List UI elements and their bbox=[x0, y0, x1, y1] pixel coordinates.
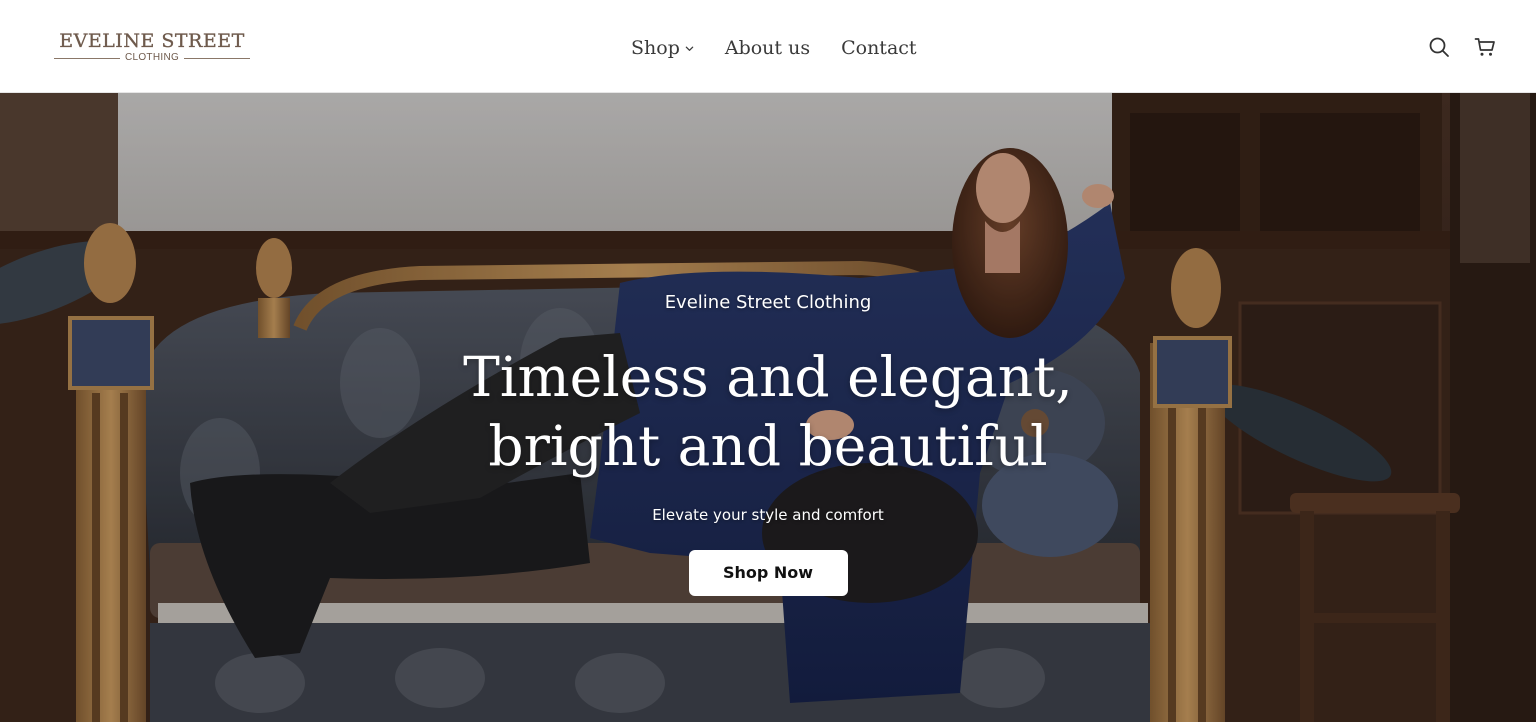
nav-item-about-us[interactable]: About us bbox=[725, 37, 810, 59]
brand-logo-tagline: CLOTHING bbox=[124, 52, 180, 63]
hero-title-line: bright and beautiful bbox=[488, 414, 1048, 478]
hero-title-line: Timeless and elegant, bbox=[463, 345, 1073, 409]
logo-divider bbox=[54, 57, 120, 59]
search-icon[interactable] bbox=[1428, 36, 1450, 58]
nav-item-label: Shop bbox=[631, 37, 680, 59]
cart-icon[interactable] bbox=[1474, 36, 1496, 58]
nav-item-shop[interactable]: Shop bbox=[631, 37, 694, 59]
hero-eyebrow: Eveline Street Clothing bbox=[664, 292, 872, 313]
hero-banner: Eveline Street Clothing Timeless and ele… bbox=[0, 93, 1536, 722]
brand-logo-subline: CLOTHING bbox=[54, 52, 251, 64]
main-nav: Shop About us Contact bbox=[631, 34, 917, 62]
hero-title: Timeless and elegant, bright and beautif… bbox=[368, 343, 1168, 481]
header-actions bbox=[1428, 36, 1496, 58]
nav-item-contact[interactable]: Contact bbox=[841, 37, 916, 59]
site-header: EVELINE STREET CLOTHING Shop About us Co… bbox=[0, 0, 1536, 93]
hero-subtitle: Elevate your style and comfort bbox=[652, 506, 884, 524]
logo-divider bbox=[184, 57, 251, 59]
hero-content: Eveline Street Clothing Timeless and ele… bbox=[368, 291, 1168, 596]
chevron-down-icon bbox=[685, 44, 694, 53]
shop-now-button[interactable]: Shop Now bbox=[688, 550, 848, 596]
brand-logo[interactable]: EVELINE STREET CLOTHING bbox=[54, 30, 251, 64]
brand-logo-wordmark: EVELINE STREET bbox=[59, 30, 245, 52]
